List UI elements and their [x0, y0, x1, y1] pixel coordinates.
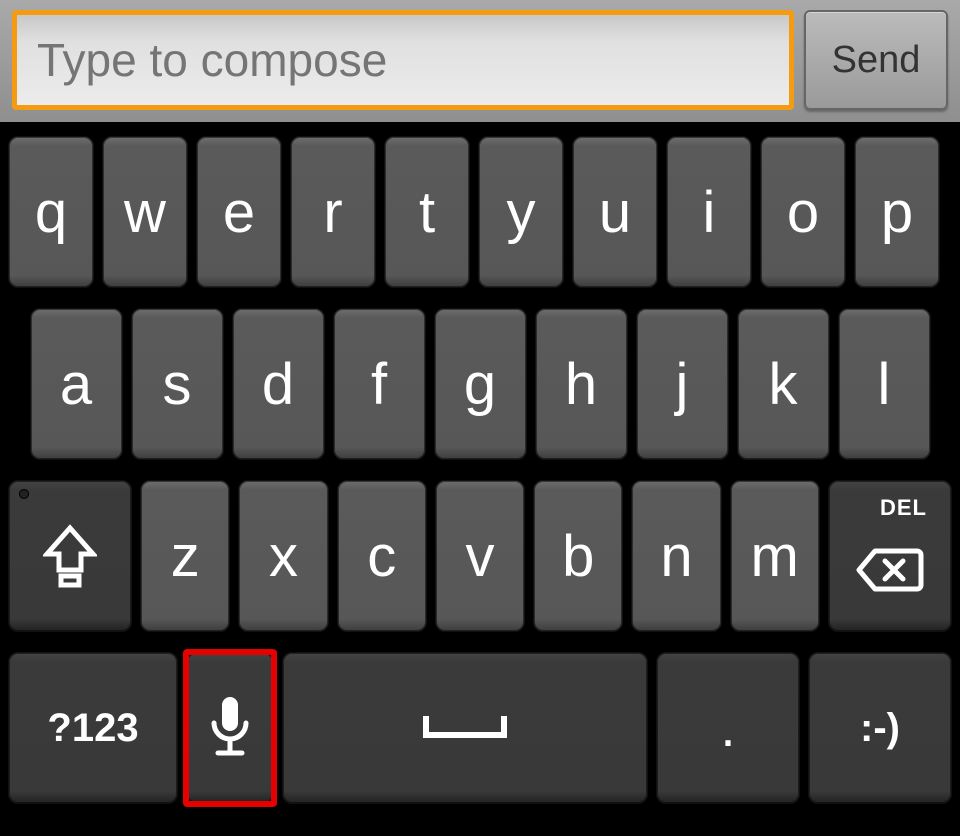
keyboard-row-4: ?123 . :-): [8, 652, 952, 804]
key-i[interactable]: i: [666, 136, 752, 288]
key-c[interactable]: c: [337, 480, 427, 632]
key-j[interactable]: j: [636, 308, 729, 460]
delete-hint-label: DEL: [880, 495, 927, 521]
compose-bar: Send: [0, 0, 960, 122]
send-button[interactable]: Send: [804, 10, 948, 110]
key-q[interactable]: q: [8, 136, 94, 288]
key-delete[interactable]: DEL: [828, 480, 952, 632]
shift-up-icon: [43, 524, 97, 588]
key-b[interactable]: b: [533, 480, 623, 632]
key-w[interactable]: w: [102, 136, 188, 288]
key-l[interactable]: l: [838, 308, 931, 460]
key-x[interactable]: x: [238, 480, 328, 632]
key-p[interactable]: p: [854, 136, 940, 288]
key-v[interactable]: v: [435, 480, 525, 632]
microphone-icon: [208, 693, 252, 763]
key-r[interactable]: r: [290, 136, 376, 288]
keyboard-row-1: q w e r t y u i o p: [8, 136, 952, 288]
key-a[interactable]: a: [30, 308, 123, 460]
compose-input[interactable]: [17, 15, 789, 105]
key-shift[interactable]: [8, 480, 132, 632]
key-e[interactable]: e: [196, 136, 282, 288]
key-k[interactable]: k: [737, 308, 830, 460]
key-d[interactable]: d: [232, 308, 325, 460]
key-space[interactable]: [282, 652, 648, 804]
key-m[interactable]: m: [730, 480, 820, 632]
key-o[interactable]: o: [760, 136, 846, 288]
key-s[interactable]: s: [131, 308, 224, 460]
spacebar-icon: [420, 713, 510, 743]
key-g[interactable]: g: [434, 308, 527, 460]
keyboard-row-3: z x c v b n m DEL: [8, 480, 952, 632]
backspace-icon: [855, 547, 925, 593]
key-z[interactable]: z: [140, 480, 230, 632]
key-n[interactable]: n: [631, 480, 721, 632]
caps-indicator-icon: [19, 489, 29, 499]
key-symbols[interactable]: ?123: [8, 652, 178, 804]
keyboard: q w e r t y u i o p a s d f g h j k l z …: [0, 122, 960, 836]
key-t[interactable]: t: [384, 136, 470, 288]
key-h[interactable]: h: [535, 308, 628, 460]
keyboard-row-2: a s d f g h j k l: [8, 308, 952, 460]
compose-field-wrap: [12, 10, 794, 110]
key-period[interactable]: .: [656, 652, 800, 804]
key-y[interactable]: y: [478, 136, 564, 288]
key-u[interactable]: u: [572, 136, 658, 288]
key-emoticon[interactable]: :-): [808, 652, 952, 804]
key-voice-input[interactable]: [186, 652, 274, 804]
key-f[interactable]: f: [333, 308, 426, 460]
